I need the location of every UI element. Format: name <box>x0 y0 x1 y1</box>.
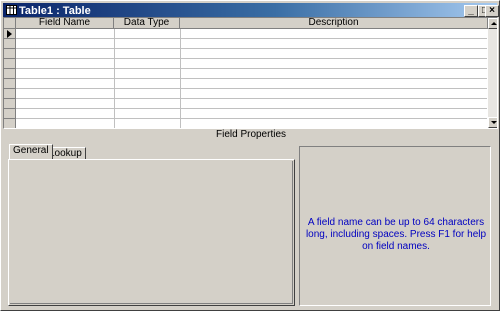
row-selector[interactable] <box>4 79 16 89</box>
current-row-arrow-icon <box>7 30 12 38</box>
arrow-up-icon <box>491 22 497 25</box>
row-selector[interactable] <box>4 49 16 59</box>
table-row[interactable] <box>16 89 487 99</box>
column-header-description[interactable]: Description <box>180 18 488 29</box>
scroll-up-button[interactable] <box>488 18 497 29</box>
table-row[interactable] <box>16 119 487 128</box>
field-properties-label: Field Properties <box>215 129 287 140</box>
corner-header <box>4 18 16 29</box>
field-grid[interactable]: Field Name Data Type Description <box>3 17 498 129</box>
field-help-text: A field name can be up to 64 characters … <box>305 217 487 252</box>
close-button[interactable]: × <box>485 5 499 17</box>
table-row[interactable] <box>16 49 487 59</box>
field-properties-tabs: General Lookup <box>7 144 296 306</box>
arrow-down-icon <box>491 121 497 124</box>
table-design-window: Table1 : Table _ □ × Field Name Data Typ… <box>0 0 500 311</box>
table-row[interactable] <box>16 39 487 49</box>
row-selector[interactable] <box>4 69 16 79</box>
row-selector[interactable] <box>4 59 16 69</box>
table-row[interactable] <box>16 109 487 119</box>
column-divider <box>114 29 115 128</box>
tab-general[interactable]: General <box>9 144 53 159</box>
table-row[interactable] <box>16 79 487 89</box>
column-header-data-type[interactable]: Data Type <box>114 18 180 29</box>
row-selector-column <box>4 29 16 128</box>
table-row[interactable] <box>16 99 487 109</box>
table-row[interactable] <box>16 69 487 79</box>
minimize-button[interactable]: _ <box>464 5 478 17</box>
column-header-field-name[interactable]: Field Name <box>16 18 114 29</box>
scroll-down-button[interactable] <box>488 117 497 128</box>
help-pane: A field name can be up to 64 characters … <box>299 146 491 306</box>
tab-panel-inner <box>10 161 293 304</box>
row-selector[interactable] <box>4 29 16 39</box>
table-row[interactable] <box>16 29 487 39</box>
row-selector[interactable] <box>4 119 16 128</box>
row-selector[interactable] <box>4 99 16 109</box>
table-icon <box>6 5 17 15</box>
column-divider <box>180 29 181 128</box>
window-title: Table1 : Table <box>19 5 91 17</box>
row-selector[interactable] <box>4 39 16 49</box>
table-row[interactable] <box>16 59 487 69</box>
vertical-scrollbar[interactable] <box>488 18 497 128</box>
row-selector[interactable] <box>4 109 16 119</box>
row-selector[interactable] <box>4 89 16 99</box>
general-tab-panel <box>8 159 295 306</box>
